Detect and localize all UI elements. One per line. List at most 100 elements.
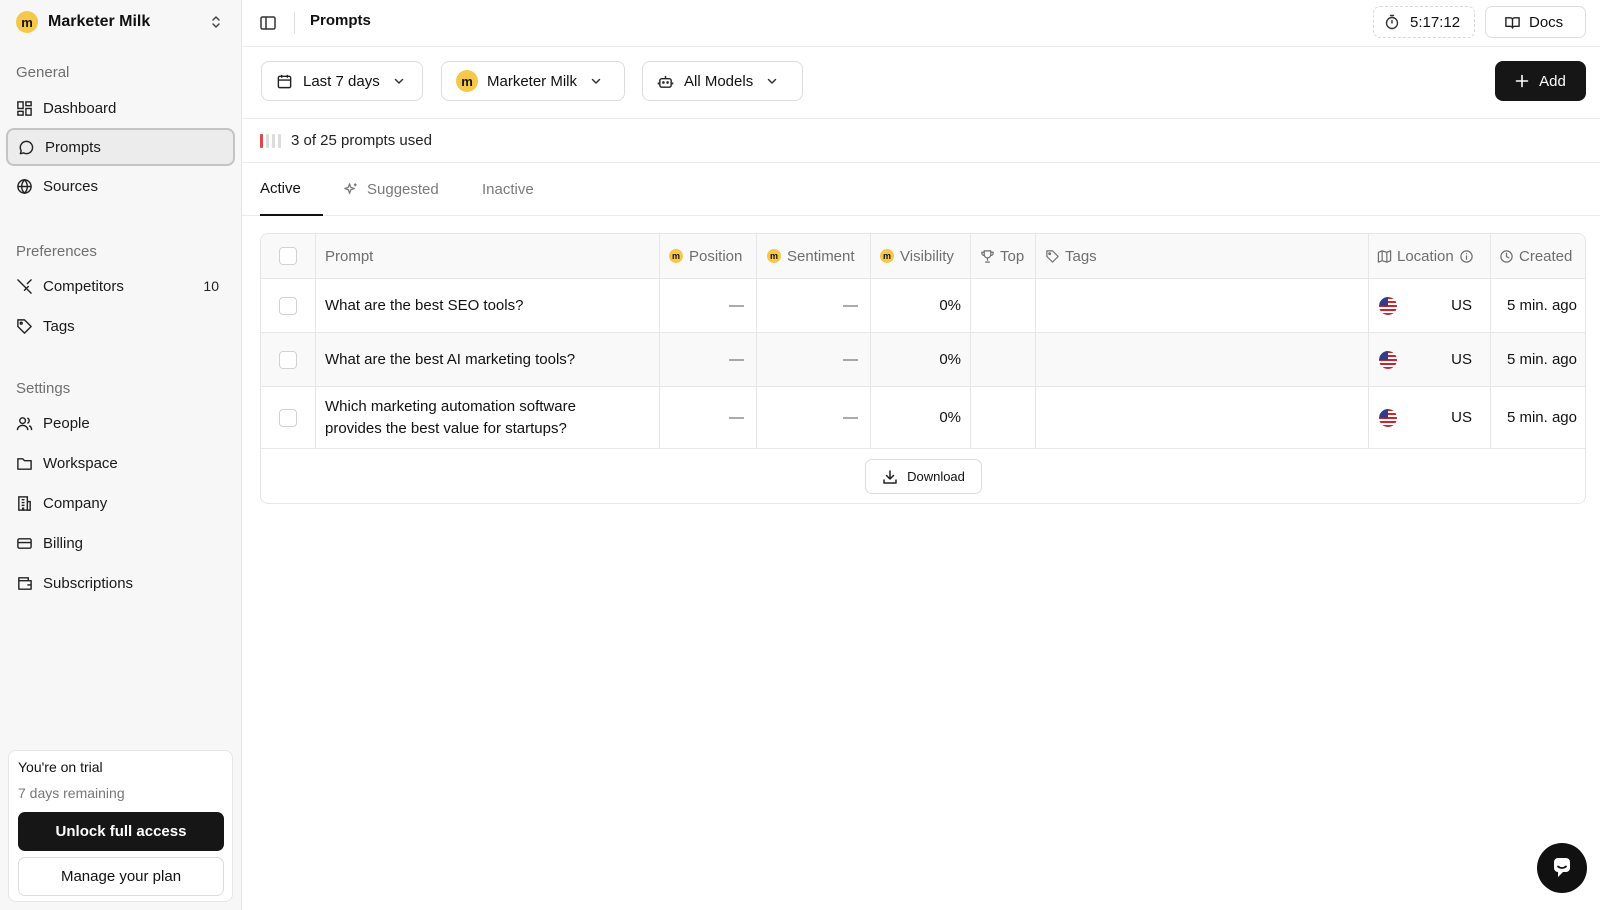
timer-display[interactable]: 5:17:12 (1373, 6, 1475, 38)
download-button[interactable]: Download (865, 459, 982, 494)
sidebar-item-subscriptions[interactable]: Subscriptions (6, 564, 235, 602)
section-title-settings: Settings (16, 380, 71, 397)
sidebar-item-label: Prompts (45, 138, 101, 156)
country-code: US (1451, 351, 1472, 368)
sentiment-value: — (843, 351, 858, 368)
trial-remaining: 7 days remaining (18, 785, 125, 801)
row-checkbox[interactable] (279, 279, 297, 332)
column-top[interactable]: Top (980, 234, 1024, 278)
column-created[interactable]: Created (1499, 234, 1572, 278)
filter-bar: Last 7 days m Marketer Milk All Models A… (242, 47, 1600, 119)
tab-label: Active (260, 180, 301, 197)
position-value: — (729, 351, 744, 368)
tag-icon (1046, 249, 1059, 263)
row-checkbox[interactable] (279, 333, 297, 386)
sidebar-item-label: Tags (43, 317, 75, 335)
docs-button[interactable]: Docs (1485, 6, 1586, 38)
prompt-text: Which marketing automation software prov… (325, 387, 576, 448)
tab-label: Inactive (482, 181, 534, 198)
column-label: Created (1519, 247, 1573, 265)
brand-logo-mini: m (669, 249, 683, 263)
sidebar-item-dashboard[interactable]: Dashboard (6, 89, 235, 127)
created-value: 5 min. ago (1506, 297, 1577, 314)
tag-icon (17, 318, 32, 334)
sidebar-item-company[interactable]: Company (6, 484, 235, 522)
visibility-value: 0% (939, 297, 961, 314)
sidebar-item-label: Competitors (43, 277, 124, 295)
country-code: US (1451, 409, 1472, 426)
book-open-icon (1505, 16, 1520, 29)
sidebar-item-label: People (43, 414, 90, 432)
prompt-usage-meter: 3 of 25 prompts used (242, 119, 1600, 163)
tab-suggested[interactable]: Suggested (342, 163, 439, 216)
usage-bar-segment (278, 133, 281, 148)
sidebar-item-workspace[interactable]: Workspace (6, 444, 235, 482)
usage-text: 3 of 25 prompts used (291, 132, 432, 149)
select-all-checkbox[interactable] (279, 234, 297, 278)
competitors-count-badge: 10 (203, 278, 219, 294)
column-sentiment[interactable]: m Sentiment (767, 234, 855, 278)
credit-card-icon (17, 537, 32, 549)
sidebar-toggle-icon[interactable] (259, 14, 277, 32)
trophy-icon (981, 249, 994, 263)
position-value: — (729, 297, 744, 314)
download-icon (883, 469, 897, 484)
section-title-preferences: Preferences (16, 243, 97, 260)
visibility-value: 0% (939, 409, 961, 426)
users-icon (16, 416, 33, 430)
plus-icon (1515, 74, 1529, 88)
docs-label: Docs (1529, 13, 1564, 31)
table-row[interactable]: What are the best SEO tools? — — 0% US 5… (261, 279, 1585, 333)
add-prompt-button[interactable]: Add (1495, 61, 1586, 101)
workspace-switcher[interactable]: m Marketer Milk (6, 4, 234, 40)
column-label: Location (1397, 247, 1454, 265)
unlock-full-access-button[interactable]: Unlock full access (18, 812, 224, 851)
column-tags[interactable]: Tags (1045, 234, 1097, 278)
table-row[interactable]: What are the best AI marketing tools? — … (261, 333, 1585, 387)
chat-support-icon (1554, 858, 1570, 877)
prompts-table: Prompt m Position m Sentiment m Visibili… (260, 233, 1586, 504)
brand-value: Marketer Milk (487, 72, 578, 90)
sidebar-item-label: Dashboard (43, 99, 117, 117)
sidebar-item-prompts[interactable]: Prompts (6, 128, 235, 166)
info-icon[interactable] (1459, 249, 1474, 264)
sidebar-item-label: Billing (43, 534, 84, 552)
sidebar-item-label: Company (43, 494, 108, 512)
created-value: 5 min. ago (1506, 409, 1577, 426)
table-header: Prompt m Position m Sentiment m Visibili… (261, 234, 1585, 279)
add-label: Add (1539, 72, 1566, 90)
column-visibility[interactable]: m Visibility (880, 234, 954, 278)
tab-active[interactable]: Active (260, 163, 323, 216)
row-checkbox[interactable] (279, 387, 297, 448)
prompt-text: What are the best SEO tools? (325, 297, 524, 314)
workspace-name: Marketer Milk (48, 13, 151, 30)
top-bar: Prompts 5:17:12 Docs (242, 0, 1600, 47)
prompt-tabs: Active Suggested Inactive (242, 163, 1600, 216)
manage-plan-button[interactable]: Manage your plan (18, 857, 224, 896)
header-divider (294, 12, 295, 34)
sidebar-item-competitors[interactable]: Competitors 10 (6, 267, 235, 305)
column-location[interactable]: Location (1377, 234, 1474, 278)
sidebar-item-sources[interactable]: Sources (6, 167, 235, 205)
sidebar-item-people[interactable]: People (6, 404, 235, 442)
usage-bars (260, 133, 281, 148)
sidebar: m Marketer Milk General Dashboard Prompt… (0, 0, 242, 910)
column-prompt[interactable]: Prompt (325, 234, 373, 278)
tab-inactive[interactable]: Inactive (482, 163, 534, 216)
chevron-down-icon (394, 78, 403, 85)
sidebar-item-tags[interactable]: Tags (6, 307, 235, 345)
sidebar-item-billing[interactable]: Billing (6, 524, 235, 562)
sidebar-item-label: Subscriptions (43, 574, 134, 592)
map-icon (1377, 249, 1392, 263)
visibility-value: 0% (939, 351, 961, 368)
date-range-dropdown[interactable]: Last 7 days (261, 61, 423, 101)
trial-card: You're on trial 7 days remaining Unlock … (8, 750, 233, 902)
models-value: All Models (684, 72, 754, 90)
brand-dropdown[interactable]: m Marketer Milk (441, 61, 625, 101)
models-dropdown[interactable]: All Models (642, 61, 803, 101)
clock-icon (1500, 249, 1513, 263)
column-position[interactable]: m Position (669, 234, 742, 278)
usage-bar-segment (272, 133, 275, 148)
table-row[interactable]: Which marketing automation software prov… (261, 387, 1585, 449)
support-chat-button[interactable] (1537, 843, 1587, 893)
